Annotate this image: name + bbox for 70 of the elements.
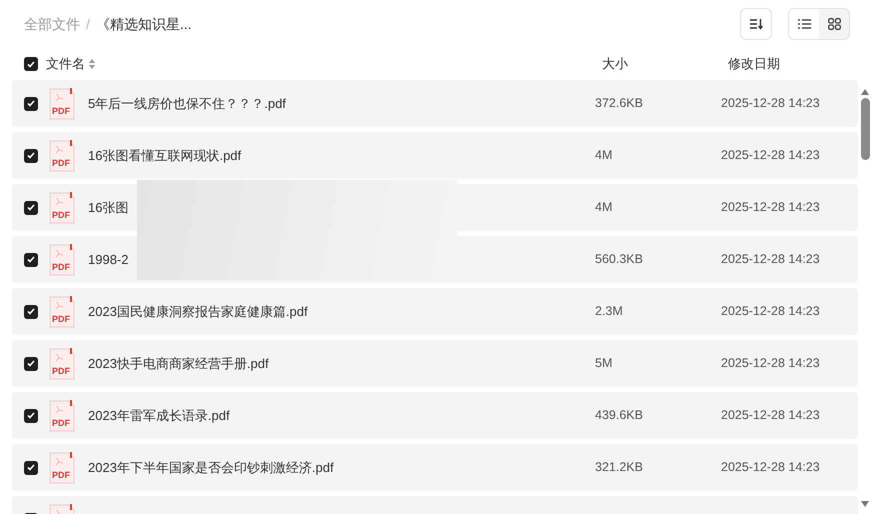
- modified-date: 2025-12-28 14:23: [721, 355, 820, 372]
- checkbox[interactable]: [24, 460, 38, 474]
- modified-date: 2025-12-28 14:23: [721, 459, 820, 476]
- scroll-down-icon[interactable]: [860, 500, 870, 508]
- file-name: 1998-2: [88, 250, 130, 269]
- file-row[interactable]: PDF 5年后一线房价也保不住？？？.pdf 372.6KB 2025-12-28 14:23: [12, 80, 858, 127]
- file-row[interactable]: PDF 2023年雷军成长语录.pdf 439.6KB 2025-12-28 14:23: [12, 392, 858, 439]
- pdf-file-icon: PDF: [49, 296, 75, 328]
- checkbox[interactable]: [24, 200, 38, 214]
- modified-date: 2025-12-28 14:23: [721, 251, 820, 268]
- list-icon: [798, 19, 810, 29]
- file-name: 2023年雷军成长语录.pdf: [88, 406, 231, 425]
- file-name: 2023年下半年国家是否会印钞刺激经济.pdf: [88, 458, 335, 477]
- file-size: 439.6KB: [595, 407, 644, 424]
- check-icon: [27, 360, 35, 367]
- checkbox[interactable]: [24, 57, 38, 71]
- checkbox[interactable]: [24, 148, 38, 162]
- file-name: 5年后一线房价也保不住？？？.pdf: [88, 94, 287, 113]
- modified-date: 2025-12-28 14:23: [721, 147, 820, 164]
- file-row[interactable]: PDF 16张图看懂互联网现状.pdf 4M 2025-12-28 14:23: [12, 132, 858, 179]
- pdf-file-icon: PDF: [49, 192, 75, 224]
- file-size: 321.2KB: [595, 459, 644, 476]
- scroll-up-icon[interactable]: [860, 88, 870, 96]
- modified-date: 2025-12-28 14:23: [721, 95, 820, 112]
- column-header: 修改日期: [728, 55, 781, 74]
- checkbox[interactable]: [24, 408, 38, 422]
- pdf-file-icon: PDF: [49, 452, 75, 484]
- pdf-file-icon: PDF: [49, 140, 75, 172]
- check-icon: [27, 204, 35, 211]
- sort-icon: [749, 18, 763, 30]
- pdf-file-icon: PDF: [49, 348, 75, 380]
- checkbox[interactable]: [24, 356, 38, 370]
- sort-button[interactable]: [740, 8, 772, 40]
- grid-icon: [828, 18, 840, 30]
- scroll-thumb[interactable]: [860, 98, 870, 160]
- check-icon: [27, 464, 35, 471]
- file-size: 2.3M: [595, 303, 624, 320]
- list-view-button[interactable]: [789, 9, 819, 39]
- check-icon: [27, 152, 35, 159]
- checkbox[interactable]: [24, 304, 38, 318]
- check-icon: [27, 256, 35, 263]
- pdf-file-icon: PDF: [49, 244, 75, 276]
- file-name: 16张图: [88, 198, 130, 217]
- file-row[interactable]: PDF 2023快手电商商家经营手册.pdf 5M 2025-12-28 14:23: [12, 340, 858, 387]
- file-size: 372.6KB: [595, 95, 644, 112]
- breadcrumb-current: 《精选知识星...: [96, 14, 192, 34]
- sort-icon[interactable]: [89, 59, 95, 69]
- check-icon: [27, 60, 35, 68]
- check-icon: [27, 100, 35, 107]
- file-name: 2023快手电商商家经营手册.pdf: [88, 354, 270, 373]
- file-size: 4M: [595, 199, 614, 216]
- file-row[interactable]: PDF 2023国民健康洞察报告家庭健康篇.pdf 2.3M 2025-12-28 14:23: [12, 288, 858, 335]
- file-name: 16张图看懂互联网现状.pdf: [88, 146, 242, 165]
- pdf-file-icon: PDF: [49, 400, 75, 432]
- modified-date: 2025-12-28 14:23: [721, 303, 820, 320]
- breadcrumb-separator: /: [86, 14, 90, 34]
- modified-date: 2025-12-28 14:23: [721, 407, 820, 424]
- checkbox[interactable]: [24, 252, 38, 266]
- file-size: 5M: [595, 355, 614, 372]
- column-header[interactable]: 文件名: [46, 54, 85, 74]
- checkbox[interactable]: [24, 96, 38, 110]
- file-size: 4M: [595, 147, 614, 164]
- check-icon: [27, 308, 35, 315]
- column-header: 大小: [602, 55, 629, 74]
- check-icon: [27, 412, 35, 419]
- file-row[interactable]: PDF 2023年下半年国家是否会印钞刺激经济.pdf 321.2KB 2025-12-28 14:23: [12, 444, 858, 491]
- pdf-file-icon: PDF: [49, 88, 75, 120]
- file-size: 560.3KB: [595, 251, 644, 268]
- modified-date: 2025-12-28 14:23: [721, 199, 820, 216]
- file-name: 2023国民健康洞察报告家庭健康篇.pdf: [88, 302, 309, 321]
